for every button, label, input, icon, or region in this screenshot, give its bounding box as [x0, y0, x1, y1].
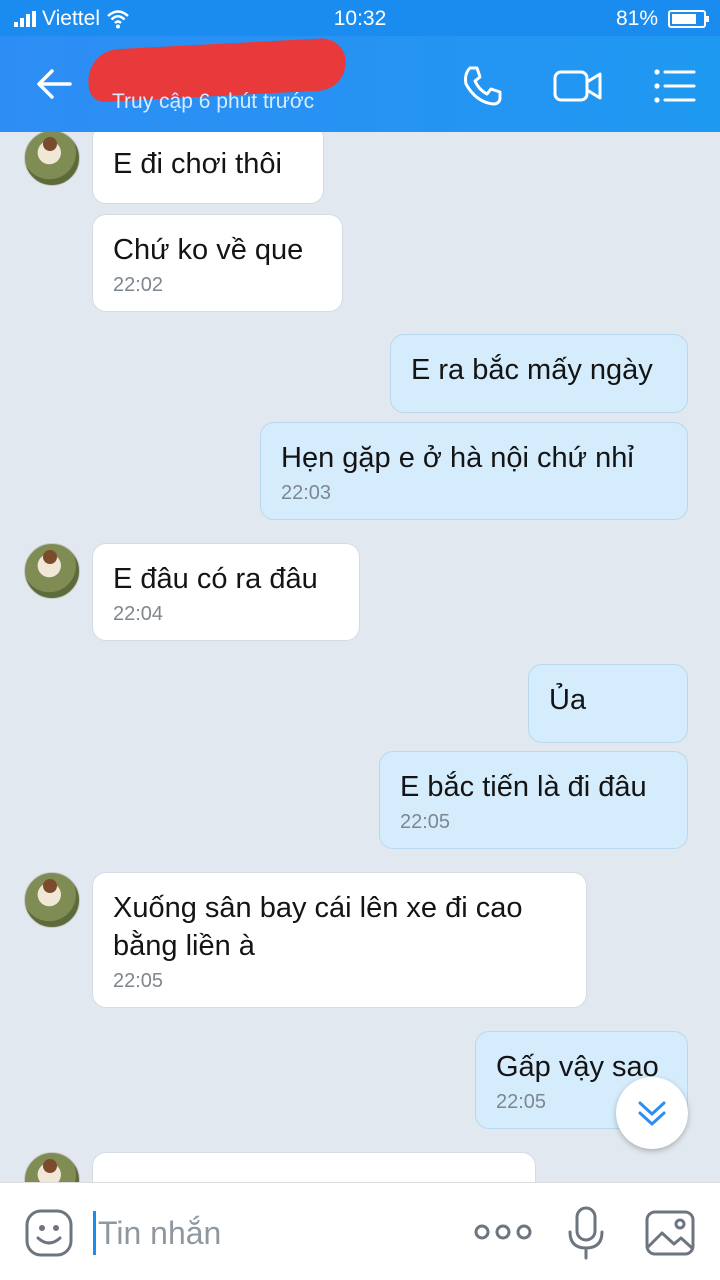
- message-incoming-partial[interactable]: [92, 1152, 536, 1182]
- battery-icon: [668, 10, 709, 28]
- message-input[interactable]: [98, 1211, 438, 1255]
- message-timestamp: 22:04: [113, 603, 164, 625]
- back-arrow-icon[interactable]: [30, 60, 78, 108]
- message-text: E bắc tiến là đi đâu: [400, 771, 647, 803]
- battery-fill: [672, 14, 696, 24]
- message-timestamp: 22:02: [113, 274, 164, 296]
- menu-list-icon[interactable]: [650, 62, 698, 110]
- message-outgoing[interactable]: E ra bắc mấy ngày: [390, 334, 688, 413]
- message-incoming[interactable]: E đâu có ra đâu 22:04: [92, 543, 360, 641]
- battery-percent: 81%: [615, 7, 658, 30]
- message-text: E ra bắc mấy ngày: [411, 354, 653, 386]
- contact-avatar[interactable]: [24, 132, 80, 186]
- clock: 10:32: [333, 7, 387, 30]
- chat-header: Truy cập 6 phút trước: [0, 36, 720, 132]
- more-options-icon[interactable]: [474, 1219, 532, 1245]
- message-text: E đâu có ra đâu: [113, 563, 318, 595]
- message-text: E đi chơi thôi: [113, 148, 282, 180]
- message-incoming[interactable]: E đi chơi thôi: [92, 132, 324, 204]
- last-seen-status: Truy cập 6 phút trước: [112, 90, 315, 113]
- scroll-to-bottom-button[interactable]: [616, 1077, 688, 1149]
- message-outgoing[interactable]: Ủa: [528, 664, 688, 743]
- message-text: Xuống sân bay cái lên xe đi cao bằng liề…: [113, 892, 523, 962]
- contact-avatar[interactable]: [24, 872, 80, 928]
- message-timestamp: 22:03: [281, 482, 332, 504]
- message-timestamp: 22:05: [400, 811, 451, 833]
- message-incoming[interactable]: Chứ ko về que 22:02: [92, 214, 343, 312]
- double-chevron-down-icon: [638, 1101, 666, 1126]
- microphone-icon[interactable]: [566, 1205, 606, 1261]
- battery-status: 81%: [615, 7, 709, 31]
- message-timestamp: 22:05: [113, 970, 164, 992]
- text-cursor: [93, 1211, 96, 1255]
- message-outgoing[interactable]: Hẹn gặp e ở hà nội chứ nhỉ 22:03: [260, 422, 688, 520]
- contact-avatar[interactable]: [24, 543, 80, 599]
- phone-call-icon[interactable]: [458, 62, 506, 110]
- contact-avatar[interactable]: [24, 1152, 80, 1182]
- message-text: Hẹn gặp e ở hà nội chứ nhỉ: [281, 442, 634, 474]
- message-text: Chứ ko về que: [113, 234, 304, 266]
- emoji-sticker-icon[interactable]: [24, 1208, 74, 1258]
- message-incoming[interactable]: Xuống sân bay cái lên xe đi cao bằng liề…: [92, 872, 587, 1008]
- message-composer: [0, 1182, 720, 1280]
- video-call-icon[interactable]: [552, 62, 604, 110]
- message-outgoing[interactable]: E bắc tiến là đi đâu 22:05: [379, 751, 688, 849]
- image-gallery-icon[interactable]: [644, 1207, 696, 1259]
- status-bar: Viettel 10:32 81%: [0, 0, 720, 36]
- message-text: Ủa: [549, 684, 587, 716]
- message-list[interactable]: E đi chơi thôi Chứ ko về que 22:02 E ra …: [0, 132, 720, 1182]
